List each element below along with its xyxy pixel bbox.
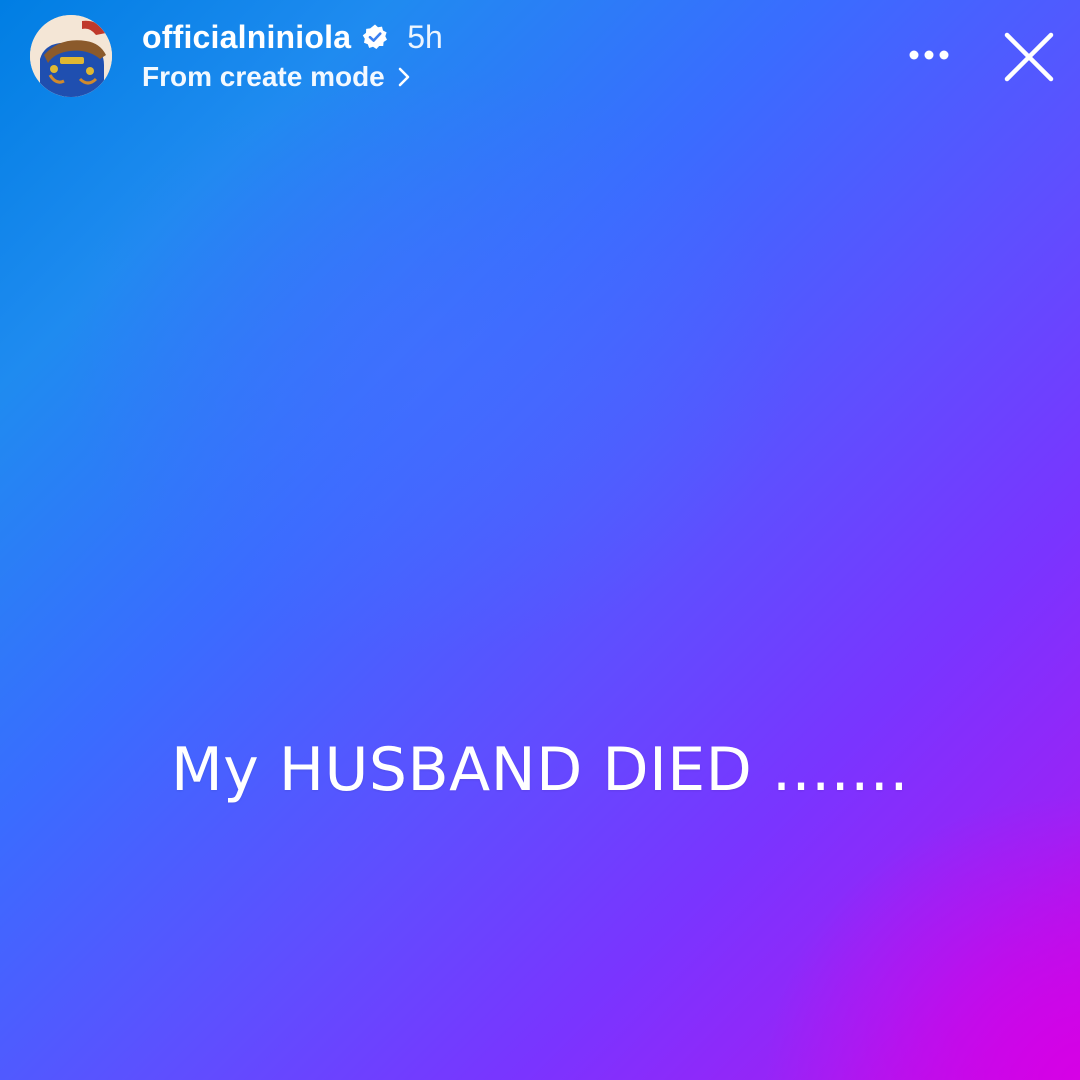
close-icon[interactable] (1000, 28, 1058, 86)
verified-badge-icon (361, 23, 389, 51)
create-mode-link[interactable]: From create mode (142, 58, 413, 96)
avatar-image (30, 15, 112, 97)
profile-avatar[interactable] (30, 15, 112, 97)
chevron-right-icon (395, 66, 413, 88)
story-text: My HUSBAND DIED ....... (171, 735, 909, 805)
username-row: officialniniola 5h (142, 15, 443, 59)
story-header: officialniniola 5h From create mode (0, 0, 1080, 120)
more-options-icon[interactable] (900, 40, 958, 70)
story-background[interactable] (0, 0, 1080, 1080)
post-time: 5h (407, 18, 443, 55)
create-mode-label: From create mode (142, 61, 385, 92)
username[interactable]: officialniniola (142, 19, 351, 56)
